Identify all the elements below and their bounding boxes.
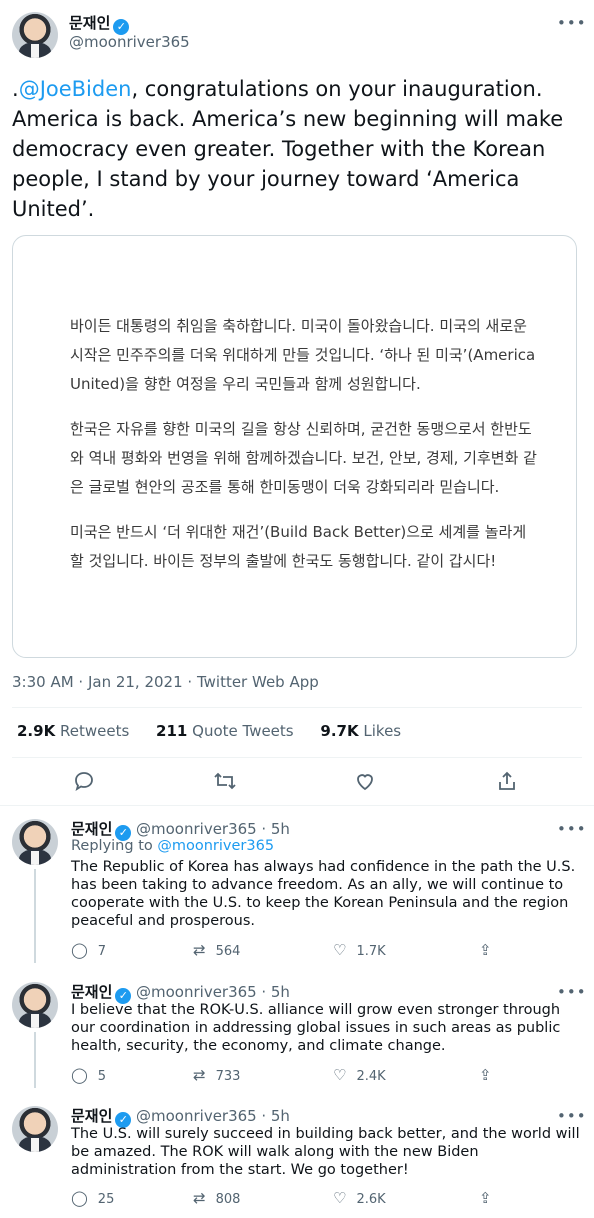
- like-button[interactable]: ♡ 1.7K: [333, 941, 386, 959]
- replying-to-link[interactable]: @moonriver365: [157, 838, 274, 854]
- reply-count: 7: [97, 944, 107, 959]
- like-count: 1.7K: [356, 944, 386, 959]
- share-button[interactable]: ⇪: [479, 1066, 502, 1084]
- tweet-image[interactable]: 바이든 대통령의 취임을 축하합니다. 미국이 돌아왔습니다. 미국의 새로운 …: [12, 235, 577, 658]
- mention-link[interactable]: @JoeBiden: [19, 77, 132, 101]
- author-name-text[interactable]: 문재인: [69, 14, 110, 32]
- quotes-label: Quote Tweets: [192, 722, 294, 740]
- reply-avatar[interactable]: [12, 982, 58, 1028]
- reply-icon: ◯: [71, 1189, 88, 1207]
- reply-avatar[interactable]: [12, 1106, 58, 1152]
- heart-icon[interactable]: [354, 770, 376, 792]
- reply-author-name[interactable]: 문재인: [71, 983, 112, 1001]
- share-button[interactable]: ⇪: [479, 1189, 502, 1207]
- retweets-stat[interactable]: 2.9K Retweets: [17, 722, 129, 740]
- thread-line: [34, 869, 36, 963]
- heart-icon: ♡: [333, 1189, 347, 1207]
- reply-button[interactable]: ◯ 25: [71, 1189, 114, 1207]
- divider: [12, 757, 582, 758]
- reply-author-name[interactable]: 문재인: [71, 820, 112, 838]
- divider: [12, 707, 582, 708]
- more-icon[interactable]: •••: [557, 820, 587, 838]
- reply-text: The U.S. will surely succeed in building…: [71, 1126, 580, 1178]
- reply-author-name[interactable]: 문재인: [71, 1107, 112, 1125]
- image-paragraph: 한국은 자유를 향한 미국의 길을 항상 신뢰하며, 굳건한 동맹으로서 한반도…: [70, 420, 537, 496]
- tweet-timestamp[interactable]: 3:30 AM · Jan 21, 2021 · Twitter Web App: [12, 673, 319, 691]
- reply-button[interactable]: ◯ 5: [71, 1066, 106, 1084]
- retweets-label: Retweets: [59, 722, 130, 740]
- reply-text: The Republic of Korea has always had con…: [71, 859, 576, 929]
- retweet-icon: ⇄: [193, 1066, 206, 1084]
- retweet-icon[interactable]: [213, 770, 237, 792]
- like-count: 2.6K: [356, 1192, 386, 1207]
- heart-icon: ♡: [333, 941, 347, 959]
- likes-count: 9.7K: [320, 722, 359, 740]
- reply-button[interactable]: ◯ 7: [71, 941, 106, 959]
- retweet-count: 733: [215, 1069, 241, 1084]
- divider: [0, 805, 594, 806]
- retweet-button[interactable]: ⇄ 733: [193, 1066, 240, 1084]
- retweet-icon: ⇄: [193, 1189, 206, 1207]
- replying-to-label: Replying to: [71, 838, 153, 854]
- like-button[interactable]: ♡ 2.4K: [333, 1066, 386, 1084]
- share-icon: ⇪: [479, 1066, 492, 1084]
- reply-author-handle[interactable]: @moonriver365: [136, 983, 257, 1001]
- quotes-count: 211: [156, 722, 188, 740]
- tweet-text-prefix: .: [12, 77, 19, 101]
- quote-tweets-stat[interactable]: 211 Quote Tweets: [156, 722, 294, 740]
- replying-to: Replying to @moonriver365: [71, 838, 274, 854]
- reply-icon: ◯: [71, 941, 88, 959]
- retweet-button[interactable]: ⇄ 564: [193, 941, 240, 959]
- author-avatar[interactable]: [12, 12, 58, 58]
- share-icon: ⇪: [479, 941, 492, 959]
- heart-icon: ♡: [333, 1066, 347, 1084]
- retweet-icon: ⇄: [193, 941, 206, 959]
- retweet-count: 564: [215, 944, 241, 959]
- share-icon: ⇪: [479, 1189, 492, 1207]
- like-button[interactable]: ♡ 2.6K: [333, 1189, 386, 1207]
- likes-label: Likes: [363, 722, 402, 740]
- like-count: 2.4K: [356, 1069, 386, 1084]
- reply-author-handle[interactable]: @moonriver365: [136, 1107, 257, 1125]
- retweets-count: 2.9K: [17, 722, 56, 740]
- retweet-count: 808: [215, 1192, 241, 1207]
- reply-count: 5: [97, 1069, 107, 1084]
- reply-icon[interactable]: [73, 770, 95, 792]
- share-icon[interactable]: [496, 770, 518, 792]
- reply-time[interactable]: · 5h: [261, 820, 290, 838]
- reply-actions: ◯ 7 ⇄ 564 ♡ 1.7K ⇪: [71, 941, 551, 961]
- tweet-text: .@JoeBiden, congratulations on your inau…: [12, 74, 584, 224]
- reply-time[interactable]: · 5h: [261, 1107, 290, 1125]
- thread-line: [34, 1032, 36, 1088]
- reply-actions: ◯ 5 ⇄ 733 ♡ 2.4K ⇪: [71, 1066, 551, 1086]
- reply-text: I believe that the ROK-U.S. alliance wil…: [71, 1002, 561, 1054]
- image-paragraph: 미국은 반드시 ‘더 위대한 재건’(Build Back Better)으로 …: [70, 523, 527, 570]
- tweet-stats: 2.9K Retweets 211 Quote Tweets 9.7K Like…: [17, 722, 423, 740]
- reply-actions: ◯ 25 ⇄ 808 ♡ 2.6K ⇪: [71, 1189, 551, 1209]
- likes-stat[interactable]: 9.7K Likes: [320, 722, 401, 740]
- reply-count: 25: [97, 1192, 115, 1207]
- more-icon[interactable]: •••: [557, 1107, 587, 1125]
- author-handle[interactable]: @moonriver365: [69, 33, 190, 51]
- retweet-button[interactable]: ⇄ 808: [193, 1189, 240, 1207]
- reply-author-handle[interactable]: @moonriver365: [136, 820, 257, 838]
- reply-icon: ◯: [71, 1066, 88, 1084]
- share-button[interactable]: ⇪: [479, 941, 502, 959]
- reply-time[interactable]: · 5h: [261, 983, 290, 1001]
- more-icon[interactable]: •••: [557, 14, 587, 32]
- image-paragraph: 바이든 대통령의 취임을 축하합니다. 미국이 돌아왔습니다. 미국의 새로운 …: [70, 317, 536, 393]
- more-icon[interactable]: •••: [557, 983, 587, 1001]
- author-name[interactable]: 문재인 ✓: [69, 12, 130, 35]
- image-text: 바이든 대통령의 취임을 축하합니다. 미국이 돌아왔습니다. 미국의 새로운 …: [70, 312, 540, 592]
- reply-avatar[interactable]: [12, 819, 58, 865]
